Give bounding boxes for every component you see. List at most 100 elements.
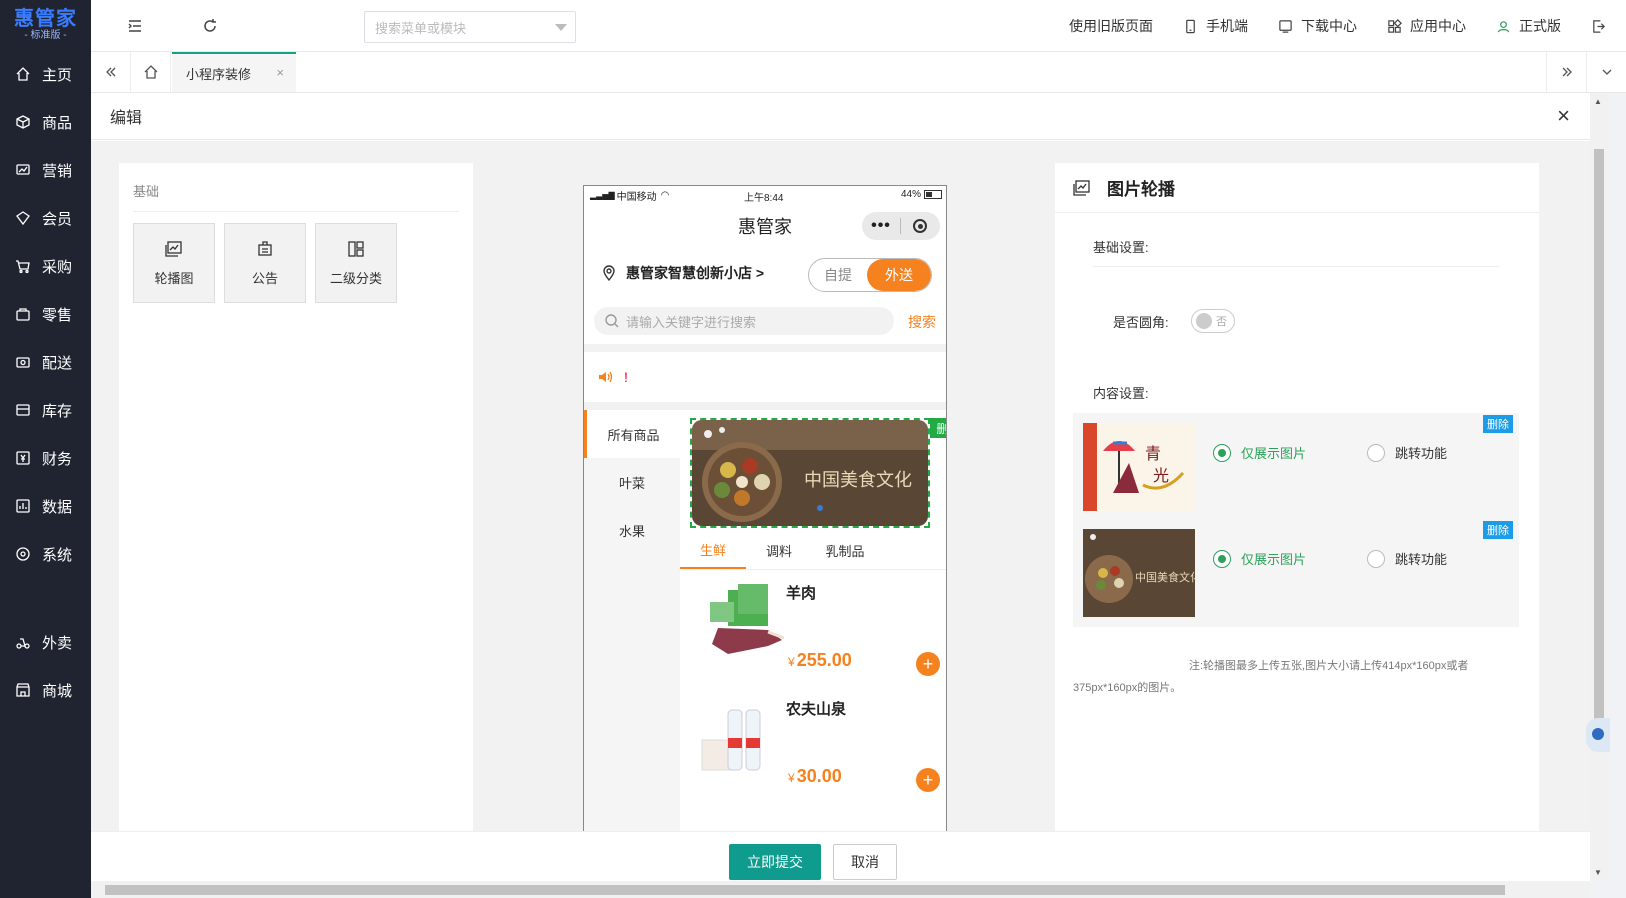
component-notice[interactable]: 公告 — [224, 223, 306, 303]
rounded-corner-switch[interactable]: 否 — [1191, 309, 1235, 333]
close-icon[interactable]: × — [1557, 105, 1570, 127]
cancel-button[interactable]: 取消 — [833, 844, 897, 880]
subtab-seasoning[interactable]: 调料 — [746, 532, 812, 569]
battery-icon — [924, 190, 942, 199]
home-icon — [14, 65, 32, 83]
old-page-link[interactable]: 使用旧版页面 — [1069, 16, 1153, 36]
tabs-menu-button[interactable] — [1586, 52, 1626, 92]
tabs-scroll-left-button[interactable] — [91, 52, 131, 92]
product-card[interactable]: 农夫山泉 ¥30.00 + — [690, 688, 942, 798]
subtab-dairy[interactable]: 乳制品 — [812, 532, 878, 569]
category-all[interactable]: 所有商品 — [584, 410, 680, 458]
tab-miniprogram-decoration[interactable]: 小程序装修 × — [172, 52, 296, 92]
sidebar-item-goods[interactable]: 商品 — [0, 98, 91, 146]
double-chevron-left-icon — [105, 67, 115, 77]
app-logo[interactable]: 惠管家 - 标准版 - — [0, 0, 91, 50]
product-card[interactable]: 羊肉 ¥255.00 + — [690, 572, 942, 682]
delete-image-button[interactable]: 删除 — [1483, 521, 1513, 539]
mobile-link[interactable]: 手机端 — [1183, 16, 1248, 36]
scrollbar-thumb[interactable] — [105, 885, 1505, 895]
logout-button[interactable] — [1591, 19, 1614, 34]
logout-icon — [1593, 19, 1605, 33]
sidebar-item-delivery[interactable]: 配送 — [0, 338, 91, 386]
user-version[interactable]: 正式版 — [1496, 16, 1561, 36]
apps-link[interactable]: 应用中心 — [1387, 16, 1466, 36]
component-label: 公告 — [251, 270, 278, 286]
mini-app-title: 惠管家 — [738, 217, 792, 237]
scroll-down-icon[interactable]: ▼ — [1594, 868, 1602, 877]
component-library: 基础 轮播图 公告 二级分类 — [119, 163, 473, 831]
carousel-component-selected[interactable]: 中国美食文化 — [690, 418, 930, 528]
radio-circle — [1367, 443, 1385, 462]
radio-jump-function[interactable]: 跳转功能 — [1367, 549, 1447, 568]
category-fruit[interactable]: 水果 — [584, 506, 680, 554]
sidebar-item-data[interactable]: 数据 — [0, 482, 91, 530]
capsule-menu[interactable]: ••• — [862, 212, 940, 240]
sidebar-item-marketing[interactable]: 营销 — [0, 146, 91, 194]
horizontal-scrollbar[interactable] — [91, 881, 1590, 898]
menu-search-input[interactable]: 搜索菜单或模块 — [364, 11, 576, 43]
add-to-cart-button[interactable]: + — [916, 768, 940, 792]
vertical-scrollbar[interactable]: ▲ ▼ — [1590, 93, 1608, 881]
notice-icon — [258, 240, 272, 256]
radio-show-image[interactable]: 仅展示图片 — [1213, 443, 1306, 462]
component-subcategory[interactable]: 二级分类 — [315, 223, 397, 303]
old-page-label: 使用旧版页面 — [1069, 18, 1153, 34]
more-icon[interactable]: ••• — [862, 217, 900, 235]
scrollbar-thumb[interactable] — [1594, 149, 1604, 749]
subtab-fresh[interactable]: 生鲜 — [680, 532, 746, 569]
close-mini-app-icon[interactable] — [901, 219, 939, 233]
shop-content: 所有商品 叶菜 水果 中国美食文化 生鲜 调料 乳制品 羊肉 ¥ 255.00 … — [584, 410, 946, 831]
store-row[interactable]: 惠管家智慧创新小店 > 自提 外送 — [584, 248, 946, 298]
content-settings-label: 内容设置: — [1093, 386, 1149, 401]
component-carousel[interactable]: 轮播图 — [133, 223, 215, 303]
delivery-option[interactable]: 外送 — [867, 259, 931, 291]
sidebar-item-system[interactable]: 系统 — [0, 530, 91, 578]
edit-header: 编辑 × — [91, 93, 1590, 140]
delivery-mode-toggle[interactable]: 自提 外送 — [808, 258, 932, 292]
carousel-thumbnail[interactable]: 中国美食文化 — [1083, 529, 1195, 617]
svg-text:中国美食文化: 中国美食文化 — [804, 470, 912, 491]
radio-show-image[interactable]: 仅展示图片 — [1213, 549, 1306, 568]
carousel-thumbnail[interactable]: 青 光 — [1083, 423, 1195, 511]
chevron-down-icon — [1602, 69, 1611, 75]
sidebar-item-purchase[interactable]: 采购 — [0, 242, 91, 290]
upload-note: 注:轮播图最多上传五张,图片大小请上传414px*160px或者375px*16… — [1073, 660, 1469, 694]
price-value: 30.00 — [796, 766, 842, 786]
pickup-option[interactable]: 自提 — [809, 259, 867, 291]
search-placeholder: 搜索菜单或模块 — [375, 20, 467, 36]
category-leafy[interactable]: 叶菜 — [584, 458, 680, 506]
mini-search-button[interactable]: 搜索 — [908, 312, 936, 332]
notice-bar[interactable]: ! — [584, 352, 946, 402]
sidebar-item-mall[interactable]: 商城 — [0, 666, 91, 714]
sidebar-item-takeout[interactable]: 外卖 — [0, 618, 91, 666]
download-link[interactable]: 下载中心 — [1278, 16, 1357, 36]
svg-text:中国美食文化: 中国美食文化 — [1135, 570, 1195, 584]
basic-settings-label: 基础设置: — [1093, 240, 1149, 255]
tabs-scroll-right-button[interactable] — [1546, 52, 1586, 92]
add-to-cart-button[interactable]: + — [916, 652, 940, 676]
radio-jump-function[interactable]: 跳转功能 — [1367, 443, 1447, 462]
refresh-icon[interactable] — [190, 6, 230, 46]
sidebar-item-inventory[interactable]: 库存 — [0, 386, 91, 434]
sidebar-item-finance[interactable]: 财务 — [0, 434, 91, 482]
carousel-delete-button[interactable]: 删 除 — [930, 418, 946, 438]
phone-icon — [1186, 19, 1195, 33]
delete-image-button[interactable]: 删除 — [1483, 415, 1513, 433]
carousel-image-list: 青 光 仅展示图片 跳转功能 删除 中国美食文化 仅展示图片 跳转功能 删除 — [1073, 413, 1519, 627]
scroll-up-icon[interactable]: ▲ — [1594, 97, 1602, 106]
image-icon — [1073, 179, 1090, 196]
submit-button[interactable]: 立即提交 — [729, 844, 821, 880]
sidebar-item-retail[interactable]: 零售 — [0, 290, 91, 338]
mini-app-header: 惠管家 ••• — [584, 204, 946, 248]
tab-home[interactable] — [131, 52, 171, 92]
close-icon[interactable]: × — [276, 65, 284, 80]
menu-toggle-icon[interactable] — [115, 6, 155, 46]
assistant-float-icon[interactable] — [1586, 718, 1610, 752]
store-name: 惠管家智慧创新小店 > — [626, 265, 765, 281]
sidebar-item-home[interactable]: 主页 — [0, 50, 91, 98]
sidebar-item-member[interactable]: 会员 — [0, 194, 91, 242]
sidebar-item-label: 会员 — [42, 210, 73, 228]
mini-search-input[interactable]: 请输入关键字进行搜索 — [594, 307, 894, 335]
component-label: 轮播图 — [154, 270, 194, 286]
